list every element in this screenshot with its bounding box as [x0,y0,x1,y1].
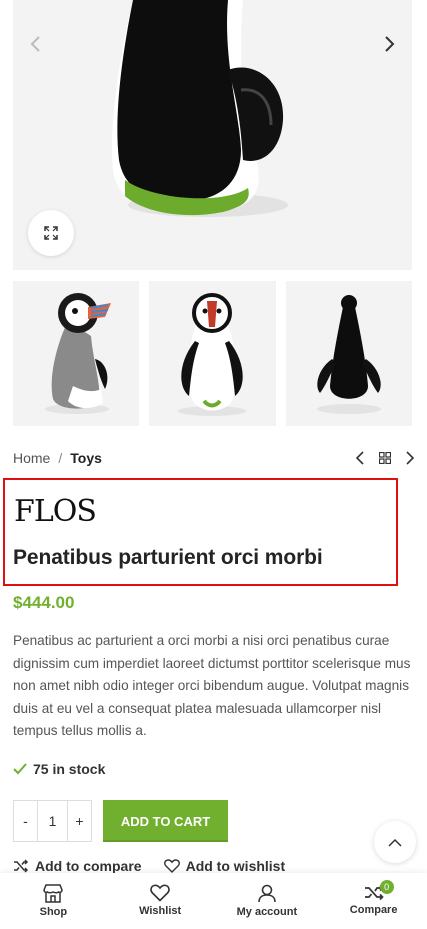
check-icon [13,763,27,775]
quantity-minus-button[interactable]: - [13,800,38,842]
chevron-right-icon [406,451,415,465]
toolbar-wishlist-label: Wishlist [139,905,182,917]
product-description: Penatibus ac parturient a orci morbi a n… [13,633,411,738]
toolbar-wishlist[interactable]: Wishlist [107,873,214,929]
toolbar-shop[interactable]: Shop [0,873,107,929]
thumbnail-1[interactable] [13,281,140,426]
breadcrumb-current-category[interactable]: Toys [70,450,102,466]
bottom-toolbar: Shop Wishlist My account 0 Compare [0,873,427,929]
prev-product-button[interactable] [355,451,365,465]
toolbar-account-label: My account [236,906,298,918]
product-actions: Add to compare Add to wishlist [13,858,285,874]
stock-status: 75 in stock [13,761,105,777]
chevron-right-icon [385,36,395,52]
product-title: Penatibus parturient orci morbi [13,546,323,569]
product-price: $444.00 [13,593,75,612]
penguin-black-thumbnail [285,281,412,426]
toolbar-compare[interactable]: 0 Compare [320,873,427,929]
breadcrumb-separator: / [58,450,63,466]
brand-logo[interactable]: FLOS [14,494,97,529]
thumbnail-strip [13,281,412,426]
product-navigation [355,448,415,468]
breadcrumb: Home / Toys [13,448,102,468]
brand-name: FLOS [14,494,97,529]
add-to-compare-label: Add to compare [35,858,142,874]
scroll-to-top-button[interactable] [374,821,416,863]
puffin-white-thumbnail [149,281,276,426]
chevron-left-icon [355,451,364,465]
chevron-left-icon [30,36,40,52]
zoom-button[interactable] [28,210,74,256]
store-icon [43,884,64,903]
quantity-stepper: - 1 + [13,800,92,842]
next-product-button[interactable] [405,451,415,465]
add-to-compare-link[interactable]: Add to compare [13,858,142,874]
stock-text: 75 in stock [33,761,106,777]
back-to-shop-button[interactable] [379,452,391,464]
add-to-wishlist-label: Add to wishlist [185,858,286,874]
heart-icon [150,884,170,902]
grid-icon [379,452,391,464]
chevron-up-icon [388,838,402,847]
toolbar-compare-label: Compare [349,904,398,916]
quantity-plus-button[interactable]: + [67,800,92,842]
thumbnail-2[interactable] [149,281,276,426]
shuffle-icon [14,859,29,873]
thumbnail-3[interactable] [285,281,412,426]
expand-icon [44,226,58,240]
main-product-image[interactable] [13,0,412,270]
add-to-cart-button[interactable]: ADD TO CART [103,800,228,842]
gallery-next-arrow[interactable] [376,30,404,58]
compare-count-badge: 0 [379,880,394,894]
breadcrumb-home-link[interactable]: Home [13,450,50,466]
gallery-prev-arrow[interactable] [21,30,49,58]
puffin-grey-thumbnail [13,281,139,426]
toolbar-account[interactable]: My account [214,873,321,929]
toolbar-shop-label: Shop [39,906,68,918]
user-icon [258,884,276,903]
add-to-wishlist-link[interactable]: Add to wishlist [163,858,286,874]
quantity-input[interactable]: 1 [38,800,67,842]
heart-icon [163,859,180,873]
